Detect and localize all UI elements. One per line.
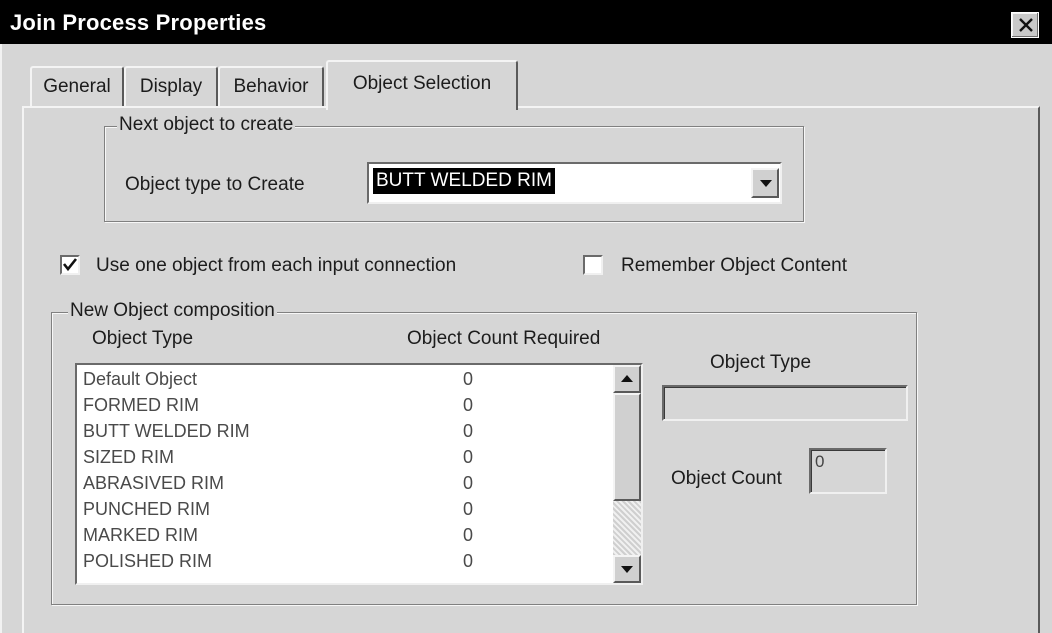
list-item-type: POLISHED RIM (83, 551, 213, 571)
list-item[interactable]: FORMED RIM 0 (83, 395, 473, 421)
dropdown-button[interactable] (751, 168, 779, 198)
list-item-type: PUNCHED RIM (83, 499, 211, 519)
detail-object-type-label: Object Type (710, 352, 812, 373)
list-item-count: 0 (463, 421, 474, 441)
list-scrollbar[interactable] (613, 365, 641, 583)
chevron-down-icon (760, 180, 772, 187)
list-item[interactable]: MARKED RIM 0 (83, 525, 473, 551)
object-count-field-value: 0 (815, 452, 825, 471)
remember-content-checkbox[interactable] (583, 255, 603, 275)
object-type-create-label: Object type to Create (125, 174, 305, 195)
list-item[interactable]: Default Object 0 (83, 369, 473, 395)
list-item-count: 0 (463, 525, 474, 545)
panel-content: Next object to create Object type to Cre… (0, 0, 1052, 633)
list-item-type: MARKED RIM (83, 525, 199, 545)
object-type-field[interactable] (662, 385, 908, 421)
arrow-down-icon (621, 566, 633, 573)
list-item[interactable]: ABRASIVED RIM 0 (83, 473, 473, 499)
scroll-down-button[interactable] (613, 555, 641, 583)
composition-group-label: New Object composition (68, 300, 277, 322)
col-header-object-type: Object Type (92, 328, 194, 349)
list-item[interactable]: PUNCHED RIM 0 (83, 499, 473, 525)
list-item[interactable]: SIZED RIM 0 (83, 447, 473, 473)
object-type-dropdown-value: BUTT WELDED RIM (373, 168, 555, 194)
arrow-up-icon (621, 375, 633, 382)
list-item[interactable]: BUTT WELDED RIM 0 (83, 421, 473, 447)
remember-content-label: Remember Object Content (621, 255, 847, 276)
list-item-type: SIZED RIM (83, 447, 175, 467)
list-item-type: BUTT WELDED RIM (83, 421, 250, 441)
list-item-count: 0 (463, 473, 474, 493)
object-count-field[interactable]: 0 (809, 448, 887, 494)
list-item-count: 0 (463, 369, 474, 389)
list-item[interactable]: POLISHED RIM 0 (83, 551, 473, 577)
list-item-count: 0 (463, 551, 474, 571)
scroll-track[interactable] (613, 501, 641, 555)
use-one-object-checkbox[interactable] (60, 255, 80, 275)
next-object-group-label: Next object to create (117, 114, 296, 136)
object-type-dropdown[interactable]: BUTT WELDED RIM (367, 162, 782, 204)
list-item-type: FORMED RIM (83, 395, 199, 415)
list-item-type: ABRASIVED RIM (83, 473, 225, 493)
list-item-type: Default Object (83, 369, 198, 389)
use-one-object-label: Use one object from each input connectio… (96, 255, 457, 276)
list-item-count: 0 (463, 395, 474, 415)
list-item-count: 0 (463, 447, 474, 467)
scroll-thumb[interactable] (613, 393, 641, 501)
detail-object-count-label: Object Count (671, 468, 782, 489)
list-item-count: 0 (463, 499, 474, 519)
scroll-up-button[interactable] (613, 365, 641, 393)
check-icon (62, 258, 78, 272)
col-header-object-count: Object Count Required (407, 328, 601, 349)
object-type-list[interactable]: Default Object 0 FORMED RIM 0 BUTT WELDE… (75, 363, 643, 585)
